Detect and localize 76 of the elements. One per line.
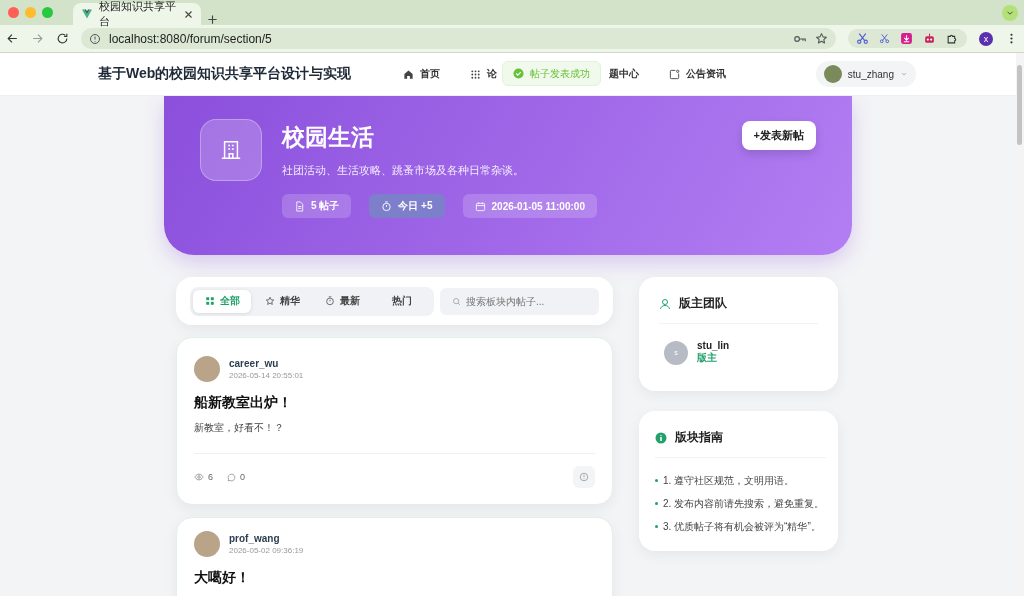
timer-icon: [381, 200, 393, 212]
nav-link[interactable]: 论: [464, 63, 504, 85]
forward-arrow-icon[interactable]: [31, 32, 44, 45]
scissors-icon[interactable]: [879, 33, 890, 44]
filter-tab[interactable]: 热门: [373, 289, 431, 313]
building-icon: [220, 139, 242, 161]
bullet-dot: [655, 479, 658, 482]
guide-item: 3. 优质帖子将有机会被评为“精华”。: [663, 520, 821, 533]
success-toast: 帖子发表成功: [502, 61, 601, 86]
guide-item: 2. 发布内容前请先搜索，避免重复。: [663, 497, 825, 510]
browser-tab[interactable]: 校园知识共享平台: [73, 3, 201, 25]
avatar-photo: [194, 531, 220, 557]
notice-icon: [669, 68, 681, 80]
new-post-button[interactable]: +发表新帖: [741, 121, 816, 150]
user-icon: [659, 297, 671, 310]
nav-link[interactable]: 题中心: [603, 63, 646, 85]
nav-link[interactable]: 公告资讯: [663, 63, 733, 85]
info-icon: [655, 431, 667, 444]
back-arrow-icon[interactable]: [6, 32, 19, 45]
home-icon: [403, 68, 415, 80]
filter-tab[interactable]: 最新: [313, 289, 371, 313]
v-logo-icon: [81, 8, 93, 20]
post-excerpt: 新教室，好看不！？: [194, 421, 285, 435]
plus-icon[interactable]: [207, 14, 218, 25]
bullet-dot: [655, 525, 658, 528]
search-field[interactable]: 搜索板块内帖子...: [440, 287, 599, 315]
info-icon: [89, 32, 101, 45]
card-title: 版主团队: [679, 295, 727, 312]
stat-badge: 今日 +5: [369, 194, 445, 218]
check-circle-icon: [513, 68, 524, 79]
filter-tab[interactable]: 精华: [253, 289, 311, 313]
card-title: 版块指南: [675, 429, 723, 446]
stat-badge: 2026-01-05 11:00:00: [462, 194, 597, 218]
info-icon: [579, 472, 589, 482]
address-bar[interactable]: localhost:8080/forum/section/5: [81, 28, 836, 49]
nav-link[interactable]: 首页: [397, 63, 447, 85]
avatar-photo: [194, 356, 220, 382]
comment-count: 0: [240, 472, 246, 482]
reload-icon[interactable]: [56, 32, 69, 45]
robot-icon[interactable]: [923, 32, 936, 45]
post-card[interactable]: career_wu 2026-05-14 20:55:01 船新教室出炉！ 新教室，好看不！？ 6 0: [176, 337, 613, 505]
calendar-icon: [474, 200, 486, 212]
post-time: 2026-05-02 09:36:19: [229, 546, 304, 555]
post-time: 2026-05-14 20:55:01: [229, 371, 304, 380]
stat-badge: 5 帖子: [282, 194, 352, 218]
moderator-role: 版主: [697, 351, 718, 365]
puzzle-icon[interactable]: [946, 32, 959, 45]
document-icon: [294, 200, 305, 212]
search-icon: [452, 296, 461, 306]
profile-avatar[interactable]: x: [979, 31, 993, 46]
section-title: 校园生活: [282, 123, 375, 152]
post-card[interactable]: prof_wang 2026-05-02 09:36:19 大噶好！: [176, 517, 613, 596]
grid-icon: [470, 68, 482, 80]
close-window-button[interactable]: [8, 7, 19, 18]
post-title: 大噶好！: [194, 569, 251, 587]
grid-icon: [204, 296, 215, 306]
guide-item: 1. 遵守社区规范，文明用语。: [663, 474, 795, 487]
user-menu[interactable]: stu_zhang: [815, 61, 916, 87]
close-icon[interactable]: [184, 9, 193, 19]
moderator-name: stu_lin: [697, 340, 730, 351]
section-description: 社团活动、生活攻略、跳蚤市场及各种日常杂谈。: [282, 163, 525, 178]
timer-icon: [324, 296, 335, 306]
view-count: 6: [208, 472, 213, 482]
comment-icon: [227, 472, 236, 482]
author-name: career_wu: [229, 358, 280, 369]
post-title: 船新教室出炉！: [194, 394, 293, 412]
download-icon[interactable]: [900, 32, 913, 45]
site-title: 基于Web的校园知识共享平台设计与实现: [98, 65, 352, 83]
star-icon: [264, 296, 275, 306]
bookmark-star-icon[interactable]: [815, 32, 828, 45]
eye-icon: [194, 472, 204, 482]
scissors-icon[interactable]: [856, 32, 869, 45]
chevron-down-icon: [900, 70, 908, 78]
author-name: prof_wang: [229, 533, 281, 544]
bullet-dot: [655, 502, 658, 505]
user-avatar: [823, 65, 842, 83]
